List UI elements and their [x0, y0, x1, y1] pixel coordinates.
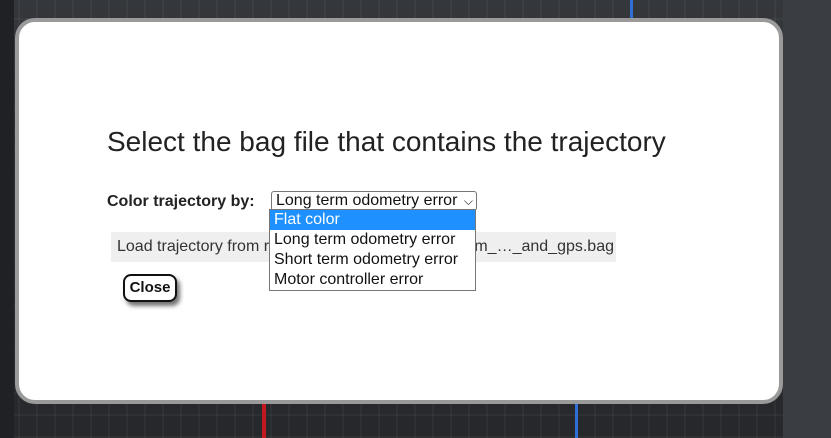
dialog-title: Select the bag file that contains the tr… [107, 126, 666, 157]
color-by-dropdown-list: Flat color Long term odometry error Shor… [269, 209, 476, 291]
dropdown-option-flat-color[interactable]: Flat color [270, 210, 475, 230]
trajectory-line-red [262, 403, 266, 438]
map-edge-right [783, 0, 831, 438]
dropdown-option-short-term-odometry-error[interactable]: Short term odometry error [270, 250, 475, 270]
color-by-label: Color trajectory by: [107, 193, 255, 210]
dropdown-option-long-term-odometry-error[interactable]: Long term odometry error [270, 230, 475, 250]
color-by-select[interactable]: Long term odometry error ⌵ [271, 191, 477, 211]
select-value: Long term odometry error [276, 192, 458, 209]
chevron-down-icon: ⌵ [463, 194, 473, 208]
trajectory-line-blue-lower [575, 402, 578, 438]
map-edge [0, 0, 14, 438]
dropdown-option-motor-controller-error[interactable]: Motor controller error [270, 270, 475, 290]
close-button[interactable]: Close [123, 274, 177, 302]
load-trajectory-label: Load trajectory from r [117, 238, 270, 255]
bag-file-name[interactable]: m_…_and_gps.bag [474, 232, 614, 262]
